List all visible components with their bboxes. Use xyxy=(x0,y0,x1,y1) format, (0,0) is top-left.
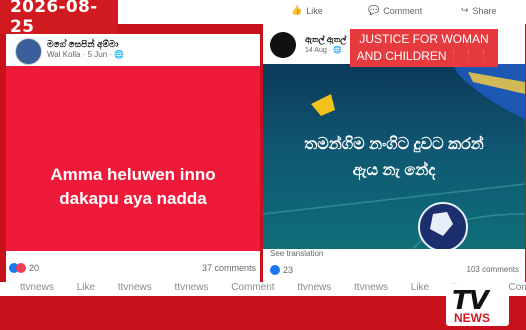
thumbs-up-icon: 👍 xyxy=(291,5,303,15)
overlay-line2: AND CHILDREN❗❗❗ xyxy=(356,49,492,63)
ticker-item: Like xyxy=(76,282,96,293)
post-meta: 14 Aug · 🌐 xyxy=(305,46,342,54)
like-label: Like xyxy=(306,5,323,16)
reaction-count: 23 xyxy=(283,265,294,275)
post-meta-text: 14 Aug · xyxy=(305,47,334,54)
ticker-item: Comment xyxy=(508,282,526,293)
card-text: තමන්ගිම නංගිට දුවට කරන් ඇය නැ නේද xyxy=(263,132,525,184)
ticker-item: Like xyxy=(410,282,430,293)
like-action[interactable]: 👍 Like xyxy=(291,5,323,16)
post-meta: Wal Kolla · 5 Jun · 🌐 xyxy=(47,50,124,59)
tv-news-logo: TV NEWS xyxy=(446,284,509,326)
post-meta-text: Wal Kolla · 5 Jun · xyxy=(47,50,115,59)
share-label: Share xyxy=(472,5,497,16)
dark-post-card[interactable]: තමන්ගිම නංගිට දුවට කරන් ඇය නැ නේද xyxy=(263,64,525,249)
card-text-line2: dakapu aya nadda xyxy=(59,189,207,208)
author-name[interactable]: ඇතල් ඇතල් xyxy=(305,35,346,45)
ticker-item: ttvnews xyxy=(354,282,388,293)
comment-label: Comment xyxy=(383,5,423,16)
avatar[interactable] xyxy=(15,38,42,65)
reaction-count: 20 xyxy=(29,263,40,273)
ticker-item: Comment xyxy=(231,282,275,293)
overlay-line1: JUSTICE FOR WOMAN xyxy=(359,32,489,46)
ticker-item: ttvnews xyxy=(117,282,152,293)
see-translation-link[interactable]: See translation xyxy=(270,249,323,258)
reaction-summary[interactable]: 23 xyxy=(270,265,293,275)
ticker-item: ttvnews xyxy=(297,282,332,293)
justice-overlay-banner: JUSTICE FOR WOMAN AND CHILDREN❗❗❗ xyxy=(350,29,498,67)
date-banner: 2026-08-25 xyxy=(0,0,118,37)
comment-count[interactable]: 103 comments xyxy=(467,265,519,274)
like-reaction-icon xyxy=(270,265,280,275)
right-facebook-post: 👍 Like 💬 Comment ↪ Share ඇතල් ඇතල් 14 Au… xyxy=(263,5,525,282)
left-facebook-post: මගේ සෙපින් අම්මා Wal Kolla · 5 Jun · 🌐 A… xyxy=(6,34,260,282)
share-action[interactable]: ↪ Share xyxy=(461,5,497,16)
globe-icon: 🌐 xyxy=(114,50,125,59)
red-post-card[interactable]: Amma heluwen inno dakapu aya nadda ♪@__j… xyxy=(6,66,260,280)
author-name[interactable]: මගේ සෙපින් අම්මා xyxy=(47,39,119,50)
love-reaction-icon xyxy=(16,263,26,273)
card-text-line1: තමන්ගිම නංගිට දුවට කරන් xyxy=(304,136,484,153)
card-text: Amma heluwen inno dakapu aya nadda xyxy=(6,163,260,211)
comment-icon: 💬 xyxy=(368,5,380,15)
comment-count[interactable]: 37 comments xyxy=(202,263,256,273)
card-text-line2: ඇය නැ නේද xyxy=(352,162,436,179)
card-text-line1: Amma heluwen inno xyxy=(50,165,216,184)
share-icon: ↪ xyxy=(461,5,469,15)
globe-icon: 🌐 xyxy=(333,47,342,54)
ticker-item: ttvnews xyxy=(174,282,209,293)
comment-action[interactable]: 💬 Comment xyxy=(368,5,422,16)
avatar[interactable] xyxy=(270,32,296,58)
logo-news-text: NEWS xyxy=(454,311,490,325)
reaction-summary[interactable]: 20 xyxy=(9,263,39,273)
ticker-item: ttvnews xyxy=(20,282,54,293)
